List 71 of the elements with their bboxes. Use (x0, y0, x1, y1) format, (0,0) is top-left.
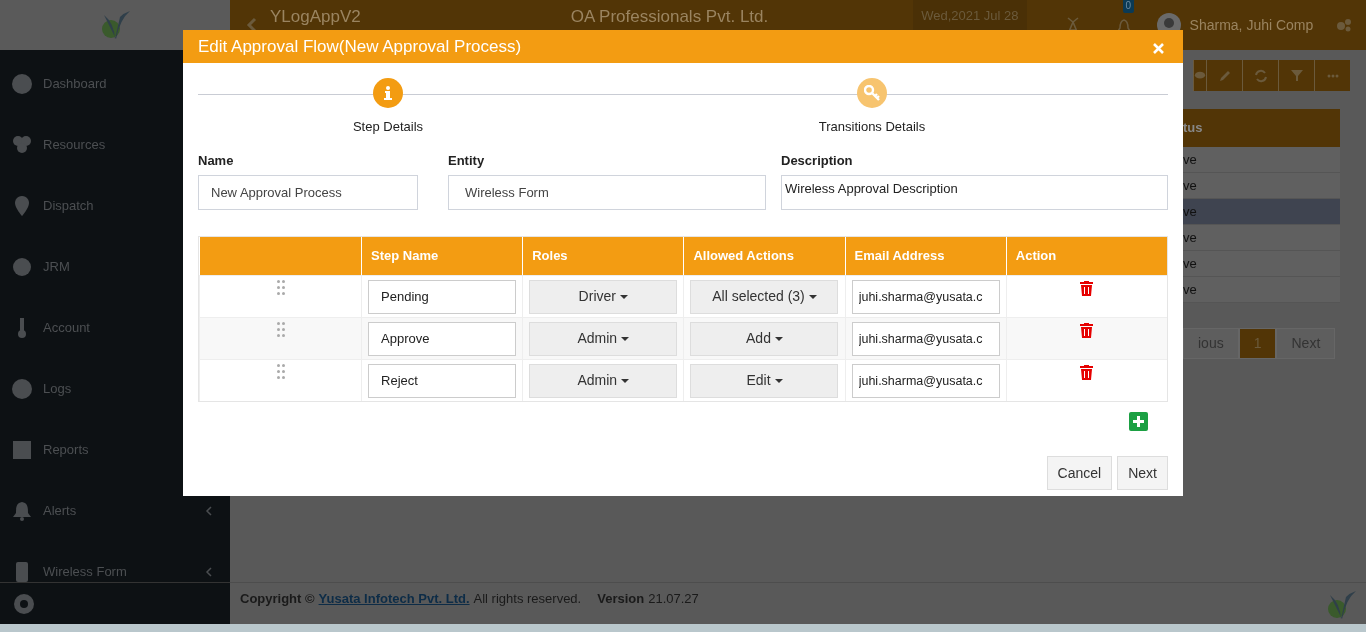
chevron-icon (205, 505, 212, 516)
step-name-field[interactable]: Pending (368, 279, 517, 314)
sidebar-item[interactable]: JRM (0, 236, 230, 297)
sidebar-item[interactable]: Reports (0, 419, 230, 480)
circles-icon (11, 133, 33, 156)
field-label: Entity (448, 151, 486, 170)
notification-badge: 0 (1122, 0, 1135, 14)
cancel-button[interactable]: Cancel (1046, 456, 1113, 490)
field-label: Description (781, 151, 854, 170)
version-number: 21.07.27 (648, 590, 699, 608)
column-header: Action (1005, 237, 1167, 275)
table-row[interactable]: ve (1183, 199, 1340, 225)
close-icon (1153, 42, 1164, 54)
toolbar-button[interactable] (1314, 60, 1350, 91)
toolbar-button[interactable] (1206, 60, 1242, 91)
logo-icon (1326, 589, 1356, 621)
info-step-icon[interactable] (373, 78, 403, 108)
column-header: Step Name (361, 237, 523, 275)
delete-icon[interactable] (1080, 323, 1094, 338)
step-label: Transitions Details (818, 118, 926, 136)
document-icon (11, 438, 33, 461)
field-label: Name (198, 151, 235, 170)
sidebar-item[interactable]: Logs (0, 358, 230, 419)
company-name: OA Professionals Pvt. Ltd. (570, 6, 769, 28)
sidebar-item[interactable]: Alerts (0, 480, 230, 541)
email-field[interactable]: juhi.sharma@yusata.c (851, 363, 1000, 398)
actions-dropdown[interactable]: Edit (690, 363, 839, 398)
drag-handle-icon[interactable] (276, 280, 285, 295)
actions-dropdown[interactable]: All selected (3) (690, 279, 839, 314)
column-header: Roles (522, 237, 684, 275)
next-button[interactable]: Next (1117, 456, 1168, 490)
app-title: YLogAppV2 (270, 6, 361, 28)
toolbar-button[interactable] (1242, 60, 1278, 91)
sidebar-item[interactable]: Account (0, 297, 230, 358)
version-label: Version (597, 590, 645, 608)
toolbar-button[interactable] (1278, 60, 1314, 91)
bell-icon (11, 499, 33, 522)
role-dropdown[interactable]: Admin (529, 363, 678, 398)
key-step-icon[interactable] (857, 78, 887, 108)
step-name-field[interactable]: Approve (368, 321, 517, 356)
add-row-button[interactable] (1129, 412, 1148, 431)
pencil-icon (1217, 68, 1232, 83)
actions-dropdown[interactable]: Add (690, 321, 839, 356)
user-name[interactable]: Sharma, Juhi Comp (1189, 14, 1314, 36)
column-header: Email Address (844, 237, 1006, 275)
rights-text: All rights reserved. (473, 590, 582, 608)
chevron-icon (205, 566, 212, 577)
drag-handle-icon[interactable] (276, 364, 285, 379)
name-field[interactable]: New Approval Process (198, 175, 418, 210)
copyright-label: Copyright © (240, 590, 315, 608)
logo-icon (100, 9, 130, 41)
role-dropdown[interactable]: Driver (529, 279, 678, 314)
email-field[interactable]: juhi.sharma@yusata.c (851, 279, 1000, 314)
delete-icon[interactable] (1080, 365, 1094, 380)
delete-icon[interactable] (1080, 281, 1094, 296)
drag-handle-icon[interactable] (276, 322, 285, 337)
step-label: Step Details (352, 118, 424, 136)
entity-select[interactable]: Wireless Form (448, 175, 766, 210)
plus-icon (1133, 416, 1144, 427)
email-field[interactable]: juhi.sharma@yusata.c (851, 321, 1000, 356)
company-link[interactable]: Yusata Infotech Pvt. Ltd. (318, 589, 470, 609)
sidebar-item[interactable]: Wireless Form (0, 541, 230, 582)
back-icon[interactable] (246, 17, 258, 33)
column-header: Allowed Actions (683, 237, 845, 275)
step-name-field[interactable]: Reject (368, 363, 517, 398)
filter-icon (1289, 68, 1304, 83)
role-dropdown[interactable]: Admin (529, 321, 678, 356)
column-header: tus (1183, 119, 1203, 138)
toolbar-button[interactable] (1193, 60, 1206, 91)
refresh-icon (1253, 68, 1268, 83)
description-field[interactable]: Wireless Approval Description (781, 175, 1168, 210)
